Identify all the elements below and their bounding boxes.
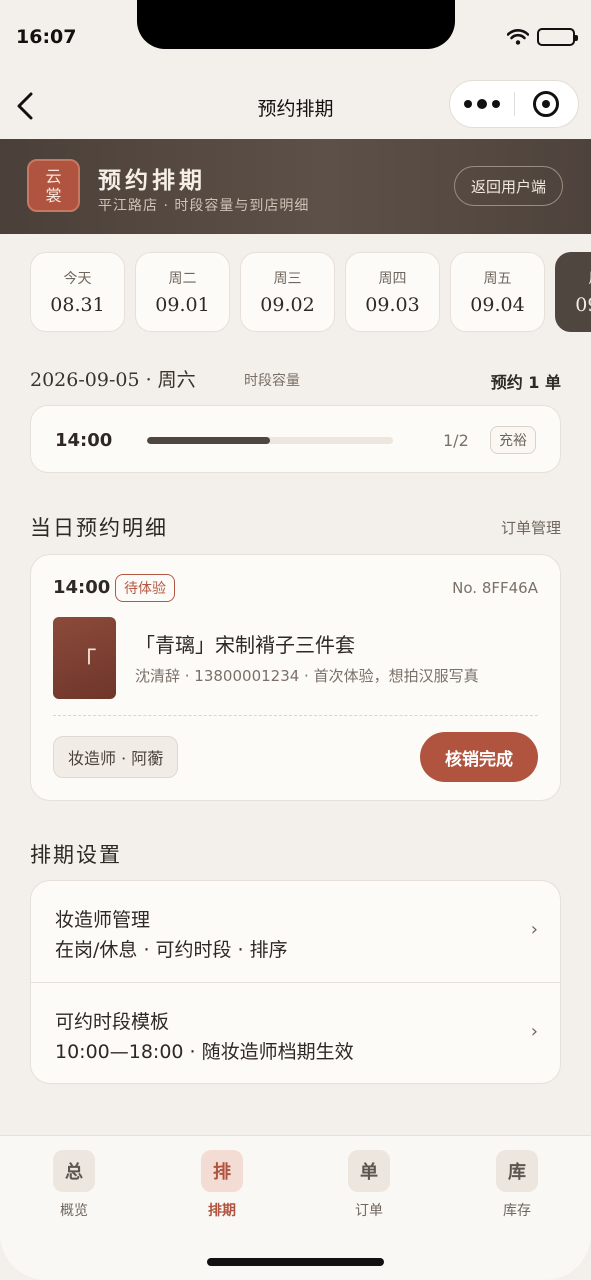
tab-label: 排期	[208, 1203, 236, 1219]
product-thumbnail: 「	[53, 617, 116, 699]
more-menu-icon[interactable]	[450, 81, 514, 127]
capacity-label: 时段容量	[244, 373, 300, 389]
date-card[interactable]: 周六09.05	[555, 252, 591, 332]
booking-time: 14:00	[53, 577, 111, 598]
order-management-link[interactable]: 订单管理	[501, 517, 561, 538]
date-value: 09.05	[575, 294, 591, 316]
verify-complete-button[interactable]: 核销完成	[420, 732, 538, 782]
settings-card: 妆造师管理 在岗/休息 · 可约时段 · 排序 › 可约时段模板 10:00—1…	[30, 880, 561, 1084]
notch	[137, 0, 455, 49]
divider	[53, 715, 538, 716]
booking-count: 预约 1 单	[490, 373, 561, 392]
date-card[interactable]: 周三 09.02	[240, 252, 335, 332]
settings-item-time-template[interactable]: 可约时段模板 10:00—18:00 · 随妆造师档期生效 ›	[31, 982, 560, 1083]
bookings-section-title: 当日预约明细	[30, 516, 168, 540]
chevron-right-icon: ›	[530, 1021, 538, 1042]
date-weekday: 今天	[63, 271, 92, 287]
date-weekday: 周四	[378, 271, 407, 287]
status-time: 16:07	[16, 26, 77, 48]
date-weekday: 周三	[273, 271, 302, 287]
time-slot-card[interactable]: 14:00 1/2 充裕	[30, 405, 561, 473]
phone-screen: 16:07 预约排期 云 裳 预约排期 平江路店 · 时段容量与到店明细 返回用…	[0, 0, 591, 1280]
tab-orders[interactable]: 单 订单	[329, 1150, 409, 1220]
slot-capacity-fill	[147, 437, 270, 444]
status-badge: 待体验	[115, 574, 175, 602]
slot-time: 14:00	[55, 430, 113, 451]
date-value: 09.03	[365, 294, 420, 316]
back-to-user-button[interactable]: 返回用户端	[453, 166, 563, 206]
page-title: 预约排期	[98, 167, 206, 194]
date-value: 09.02	[260, 294, 315, 316]
date-card[interactable]: 周二 09.01	[135, 252, 230, 332]
order-number: No. 8FF46A	[452, 579, 538, 597]
slot-status-badge: 充裕	[490, 426, 536, 454]
battery-icon	[537, 28, 578, 46]
stylist-chip[interactable]: 妆造师 · 阿蘅	[53, 736, 179, 778]
status-bar: 16:07	[0, 0, 591, 72]
booking-card[interactable]: 14:00 待体验 No. 8FF46A 「 「青璃」宋制褙子三件套 沈清辞 ·…	[30, 554, 561, 801]
capacity-header: 2026-09-05 · 周六 时段容量 预约 1 单	[30, 363, 561, 393]
wifi-icon	[506, 29, 530, 45]
settings-item-desc: 10:00—18:00 · 随妆造师档期生效	[55, 1041, 354, 1063]
settings-section-title: 排期设置	[30, 843, 122, 867]
settings-item-stylists[interactable]: 妆造师管理 在岗/休息 · 可约时段 · 排序 ›	[31, 881, 560, 982]
settings-item-title: 可约时段模板	[55, 1011, 170, 1033]
home-indicator[interactable]	[207, 1258, 384, 1266]
tab-label: 概览	[60, 1203, 88, 1219]
date-value: 08.31	[50, 294, 105, 316]
header-banner: 云 裳 预约排期 平江路店 · 时段容量与到店明细 返回用户端	[0, 139, 591, 234]
date-weekday: 周五	[483, 271, 512, 287]
status-icons	[506, 28, 578, 46]
customer-info: 沈清辞 · 13800001234 · 首次体验，想拍汉服写真	[135, 667, 479, 685]
date-row: 今天 08.31 周二 09.01 周三 09.02 周四 09.03 周五 09.04 周六09.…	[30, 252, 591, 332]
date-card[interactable]: 周四 09.03	[345, 252, 440, 332]
orders-icon: 单	[348, 1150, 390, 1192]
date-card[interactable]: 周五 09.04	[450, 252, 545, 332]
selected-date: 2026-09-05 · 周六	[30, 369, 196, 391]
mini-program-capsule	[449, 80, 579, 128]
product-name: 「青璃」宋制褙子三件套	[135, 633, 355, 657]
tab-label: 订单	[355, 1203, 383, 1219]
tab-schedule[interactable]: 排 排期	[182, 1150, 262, 1220]
settings-item-desc: 在岗/休息 · 可约时段 · 排序	[55, 939, 288, 961]
date-value: 09.01	[155, 294, 210, 316]
chevron-right-icon: ›	[530, 919, 538, 940]
slot-ratio: 1/2	[443, 431, 469, 450]
schedule-icon: 排	[201, 1150, 243, 1192]
settings-item-title: 妆造师管理	[55, 909, 151, 931]
inventory-icon: 库	[496, 1150, 538, 1192]
overview-icon: 总	[53, 1150, 95, 1192]
date-selector: 今天 08.31 周二 09.01 周三 09.02 周四 09.03 周五 09.04 周六09.…	[30, 252, 591, 334]
slot-capacity-bar	[147, 437, 393, 444]
date-weekday: 周二	[168, 271, 197, 287]
tab-inventory[interactable]: 库 库存	[477, 1150, 557, 1220]
close-miniprogram-icon[interactable]	[515, 81, 579, 127]
date-card[interactable]: 今天 08.31	[30, 252, 125, 332]
page-subtitle: 平江路店 · 时段容量与到店明细	[98, 198, 310, 214]
nav-bar: 预约排期	[0, 72, 591, 138]
tab-overview[interactable]: 总 概览	[34, 1150, 114, 1220]
tab-label: 库存	[503, 1203, 531, 1219]
brand-logo: 云 裳	[27, 159, 80, 212]
date-value: 09.04	[470, 294, 525, 316]
